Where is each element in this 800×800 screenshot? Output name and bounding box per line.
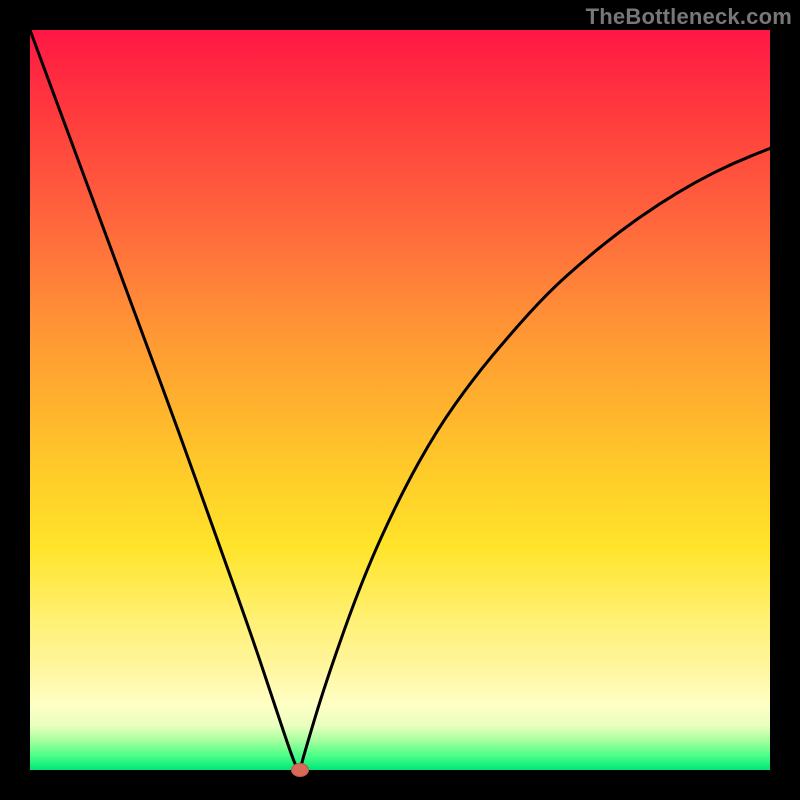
minimum-marker	[291, 763, 309, 777]
bottleneck-curve	[30, 30, 770, 770]
chart-frame: TheBottleneck.com	[0, 0, 800, 800]
watermark-text: TheBottleneck.com	[586, 4, 792, 30]
plot-area	[30, 30, 770, 770]
